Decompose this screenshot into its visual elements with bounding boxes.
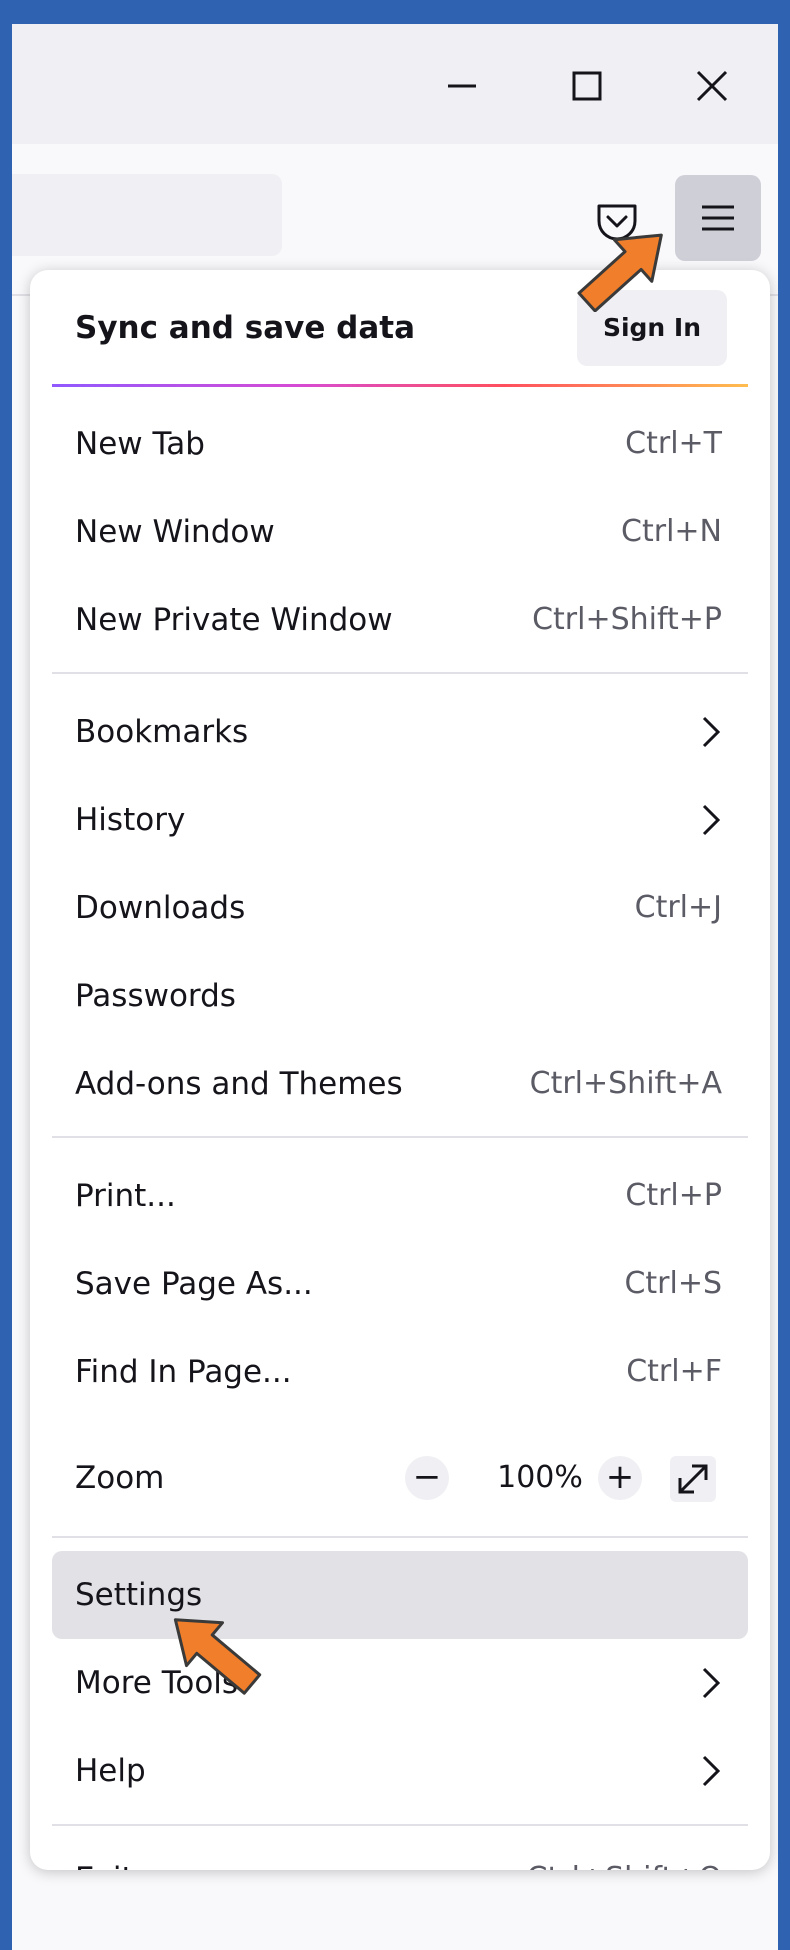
- navigation-toolbar: [12, 144, 778, 269]
- close-icon: [696, 70, 728, 102]
- menu-separator: [52, 1824, 748, 1826]
- menu-item-label: Print...: [75, 1178, 176, 1214]
- pocket-icon: [597, 204, 637, 241]
- chevron-right-icon: [702, 716, 721, 748]
- menu-item-history[interactable]: History: [30, 776, 770, 864]
- menu-item-find-in-page[interactable]: Find In Page... Ctrl+F: [30, 1328, 770, 1416]
- menu-item-more-tools[interactable]: More Tools: [30, 1639, 770, 1727]
- menu-item-exit[interactable]: Exit Ctrl+Shift+Q: [30, 1835, 770, 1870]
- zoom-label: Zoom: [75, 1460, 165, 1496]
- menu-item-label: Exit: [75, 1835, 134, 1870]
- menu-item-label: Passwords: [75, 978, 236, 1014]
- menu-item-new-window[interactable]: New Window Ctrl+N: [30, 488, 770, 576]
- hamburger-menu-icon: [702, 205, 734, 231]
- menu-item-label: New Private Window: [75, 602, 393, 638]
- maximize-button[interactable]: [557, 56, 617, 116]
- menu-item-new-private-window[interactable]: New Private Window Ctrl+Shift+P: [30, 576, 770, 664]
- menu-item-label: Save Page As...: [75, 1266, 313, 1302]
- application-menu-panel: Sync and save data Sign In New Tab Ctrl+…: [30, 270, 770, 1870]
- url-bar[interactable]: [12, 174, 282, 256]
- menu-item-bookmarks[interactable]: Bookmarks: [30, 688, 770, 776]
- title-bar: [12, 24, 778, 144]
- chevron-right-icon: [702, 804, 721, 836]
- menu-item-label: More Tools: [75, 1665, 239, 1701]
- menu-item-addons-themes[interactable]: Add-ons and Themes Ctrl+Shift+A: [30, 1040, 770, 1128]
- maximize-icon: [572, 71, 602, 101]
- shortcut-text: Ctrl+J: [634, 890, 722, 925]
- sync-gradient-divider: [52, 384, 748, 387]
- zoom-out-button[interactable]: −: [405, 1456, 449, 1500]
- menu-item-settings[interactable]: Settings: [30, 1551, 770, 1639]
- menu-item-new-tab[interactable]: New Tab Ctrl+T: [30, 400, 770, 488]
- plus-icon: +: [605, 1457, 635, 1497]
- pocket-button[interactable]: [590, 194, 644, 248]
- open-application-menu-button[interactable]: [675, 175, 761, 261]
- menu-separator: [52, 1136, 748, 1138]
- menu-item-label: Settings: [75, 1577, 203, 1613]
- zoom-in-button[interactable]: +: [598, 1456, 642, 1500]
- menu-item-downloads[interactable]: Downloads Ctrl+J: [30, 864, 770, 952]
- menu-item-help[interactable]: Help: [30, 1727, 770, 1815]
- menu-item-print[interactable]: Print... Ctrl+P: [30, 1152, 770, 1240]
- shortcut-text: Ctrl+N: [621, 514, 722, 549]
- fullscreen-icon: [678, 1464, 708, 1494]
- browser-window: PC risk.com Sync and save data Sign In N…: [12, 24, 778, 1950]
- zoom-level-reset-button[interactable]: 100%: [475, 1434, 605, 1522]
- menu-item-label: New Window: [75, 514, 275, 550]
- menu-item-label: New Tab: [75, 426, 205, 462]
- shortcut-text: Ctrl+T: [625, 426, 722, 461]
- minimize-button[interactable]: [432, 56, 492, 116]
- menu-item-label: Find In Page...: [75, 1354, 292, 1390]
- menu-item-label: Bookmarks: [75, 714, 249, 750]
- chevron-right-icon: [702, 1755, 721, 1787]
- menu-item-label: Add-ons and Themes: [75, 1066, 403, 1102]
- shortcut-text: Ctrl+P: [625, 1178, 722, 1213]
- sync-heading: Sync and save data: [75, 310, 415, 346]
- chevron-right-icon: [702, 1667, 721, 1699]
- menu-item-save-page-as[interactable]: Save Page As... Ctrl+S: [30, 1240, 770, 1328]
- shortcut-text: Ctrl+Shift+A: [529, 1066, 722, 1101]
- sign-in-button[interactable]: Sign In: [577, 290, 727, 366]
- menu-separator: [52, 1536, 748, 1538]
- shortcut-text: Ctrl+Shift+Q: [527, 1835, 722, 1870]
- menu-item-label: Downloads: [75, 890, 246, 926]
- shortcut-text: Ctrl+Shift+P: [532, 602, 722, 637]
- close-window-button[interactable]: [682, 56, 742, 116]
- zoom-controls: Zoom − 100% +: [30, 1434, 770, 1522]
- menu-item-label: Help: [75, 1753, 146, 1789]
- menu-item-passwords[interactable]: Passwords: [30, 952, 770, 1040]
- shortcut-text: Ctrl+F: [626, 1354, 722, 1389]
- fullscreen-button[interactable]: [670, 1456, 716, 1502]
- menu-separator: [52, 672, 748, 674]
- minimize-icon: [448, 84, 476, 88]
- menu-item-label: History: [75, 802, 186, 838]
- minus-icon: −: [412, 1457, 442, 1497]
- shortcut-text: Ctrl+S: [624, 1266, 722, 1301]
